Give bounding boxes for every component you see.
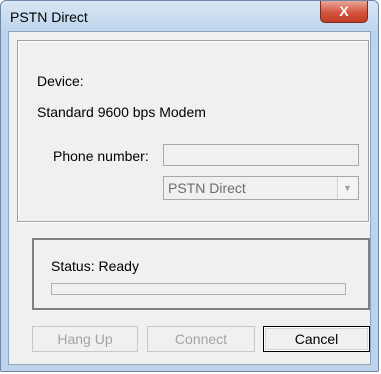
phone-number-label: Phone number: bbox=[53, 148, 149, 164]
connection-select[interactable]: PSTN Direct ▼ bbox=[163, 176, 359, 200]
window-title: PSTN Direct bbox=[10, 9, 88, 25]
connection-progress-bar bbox=[51, 283, 346, 295]
title-bar[interactable]: PSTN Direct X bbox=[1, 1, 378, 31]
status-group bbox=[32, 238, 370, 310]
hang-up-button[interactable]: Hang Up bbox=[32, 326, 138, 352]
status-text: Status: Ready bbox=[51, 258, 139, 274]
phone-number-field[interactable] bbox=[163, 144, 359, 166]
device-name: Standard 9600 bps Modem bbox=[37, 104, 206, 120]
device-label: Device: bbox=[37, 73, 84, 89]
close-button[interactable]: X bbox=[320, 1, 368, 23]
cancel-button[interactable]: Cancel bbox=[263, 326, 370, 352]
close-icon: X bbox=[339, 3, 349, 19]
connection-select-value: PSTN Direct bbox=[168, 180, 246, 196]
connect-button[interactable]: Connect bbox=[147, 326, 255, 352]
chevron-down-icon[interactable]: ▼ bbox=[337, 178, 357, 198]
